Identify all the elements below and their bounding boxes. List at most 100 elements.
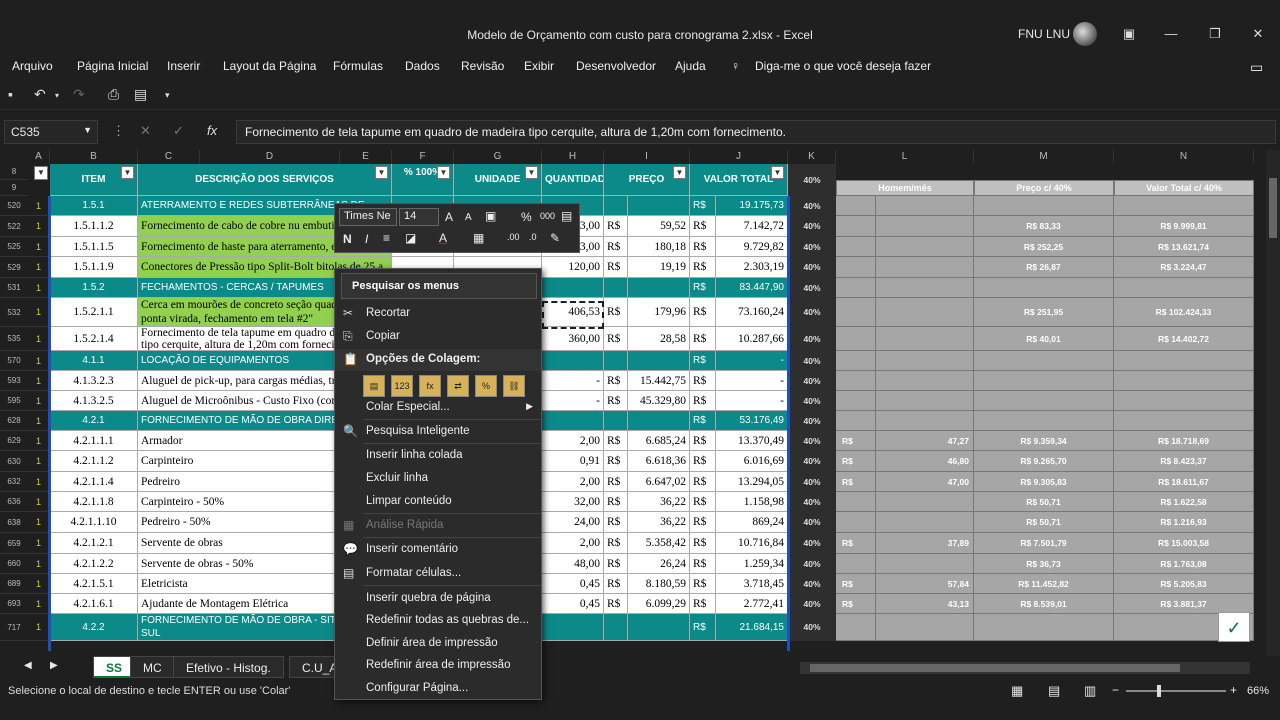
cell-preco[interactable]: 8.180,59 (628, 574, 690, 594)
cancel-icon[interactable]: ✕ (140, 123, 151, 139)
cell-n[interactable]: R$ 13.621,74 (1114, 237, 1254, 257)
cell-rs[interactable] (604, 411, 628, 431)
cell-a[interactable]: 1 (28, 472, 50, 492)
cell-n[interactable] (1114, 351, 1254, 371)
checkmark-icon[interactable]: ✓ (1218, 612, 1250, 642)
menu-inserir[interactable]: Inserir (167, 59, 200, 73)
cell-n[interactable]: R$ 18.718,69 (1114, 431, 1254, 451)
cell-l-currency[interactable] (836, 371, 876, 391)
cell-m[interactable] (974, 278, 1114, 298)
col-header-f[interactable]: F (392, 150, 454, 164)
row-header[interactable]: 636 (0, 492, 28, 512)
cell-n[interactable]: R$ 18.611,67 (1114, 472, 1254, 492)
cell-m[interactable] (974, 391, 1114, 411)
cell-quantidade[interactable] (542, 278, 604, 298)
filter-dropdown-icon[interactable]: ▼ (121, 166, 134, 179)
cell-m[interactable] (974, 351, 1114, 371)
tab-mc[interactable]: MC (130, 656, 175, 678)
row-header[interactable]: 630 (0, 451, 28, 472)
cell-quantidade[interactable]: 32,00 (542, 492, 604, 512)
restore-icon[interactable]: ❐ (1201, 24, 1229, 44)
cell-quantidade[interactable]: 24,00 (542, 512, 604, 533)
cell-k[interactable]: 40% (788, 391, 836, 411)
minimize-icon[interactable]: — (1157, 24, 1185, 44)
cell-l-value[interactable] (876, 492, 974, 512)
scroll-thumb[interactable] (1269, 178, 1277, 238)
cell-k[interactable]: 40% (788, 614, 836, 641)
menu-item-limpar-conteudo[interactable]: Limpar conteúdo (335, 491, 541, 513)
paste-formulas-icon[interactable]: fx (419, 375, 441, 397)
cell-rs[interactable]: R$ (604, 594, 628, 614)
cell-rs[interactable]: R$ (604, 512, 628, 533)
decrease-font-icon[interactable]: A (465, 212, 472, 223)
cell-l-currency[interactable] (836, 278, 876, 298)
filter-dropdown-icon[interactable]: ▼ (437, 166, 450, 179)
row-header[interactable]: 638 (0, 512, 28, 533)
borders-icon[interactable]: ▦ (473, 231, 484, 245)
menu-layout[interactable]: Layout da Página (223, 59, 316, 73)
cell-quantidade[interactable]: 0,45 (542, 574, 604, 594)
cell-a[interactable]: 1 (28, 411, 50, 431)
cell-item[interactable]: 1.5.1.1.9 (50, 257, 138, 278)
cell-rs[interactable]: R$ (604, 533, 628, 554)
cell-rs[interactable]: R$ (604, 431, 628, 451)
menu-search-input[interactable]: Pesquisar os menus (341, 273, 537, 299)
cell-l-value[interactable]: 43,13 (876, 594, 974, 614)
cell-preco[interactable]: 26,24 (628, 554, 690, 574)
cell-l-currency[interactable]: R$ (836, 451, 876, 472)
row-header[interactable]: 693 (0, 594, 28, 614)
menu-item-redefinir-quebras[interactable]: Redefinir todas as quebras de... (335, 610, 541, 632)
cell-rs[interactable]: R$ (690, 196, 716, 216)
cell-rs[interactable]: R$ (690, 216, 716, 237)
cell-preco[interactable]: 6.647,02 (628, 472, 690, 492)
filter-dropdown-icon[interactable]: ▼ (525, 166, 538, 179)
cell-item[interactable]: 1.5.1.1.5 (50, 237, 138, 257)
filter-dropdown-icon[interactable]: ▼ (673, 166, 686, 179)
row-header[interactable]: 659 (0, 533, 28, 554)
menu-item-inserir-comentario[interactable]: 💬 Inserir comentário (335, 539, 541, 561)
cell-m[interactable]: R$ 36,73 (974, 554, 1114, 574)
cell-preco[interactable]: 6.618,36 (628, 451, 690, 472)
cell-rs[interactable]: R$ (604, 472, 628, 492)
cell-k[interactable]: 40% (788, 327, 836, 351)
increase-decimal-icon[interactable]: .00 (507, 232, 520, 242)
cell-item[interactable]: 4.2.1.2.2 (50, 554, 138, 574)
cell-preco[interactable]: 5.358,42 (628, 533, 690, 554)
cell-m[interactable]: R$ 7.501,79 (974, 533, 1114, 554)
cell-item[interactable]: 1.5.1 (50, 196, 138, 216)
col-header-j[interactable]: J (690, 150, 788, 164)
cell-l-currency[interactable] (836, 216, 876, 237)
cell-a[interactable]: 1 (28, 278, 50, 298)
cell-valor-total[interactable]: 73.160,24 (716, 298, 788, 327)
menu-item-copiar[interactable]: ⎘ Copiar (335, 326, 541, 348)
cell-preco[interactable] (628, 411, 690, 431)
col-header-n[interactable]: N (1114, 150, 1254, 164)
menu-formulas[interactable]: Fórmulas (333, 59, 383, 73)
row-header[interactable]: 660 (0, 554, 28, 574)
row-header[interactable]: 570 (0, 351, 28, 371)
cell-l-value[interactable] (876, 614, 974, 641)
chevron-down-icon[interactable]: ▼ (83, 125, 92, 135)
cell-valor-total[interactable]: 10.716,84 (716, 533, 788, 554)
cell-l-currency[interactable] (836, 298, 876, 327)
insert-function-icon[interactable]: fx (207, 123, 217, 138)
col-header-c[interactable]: C (138, 150, 200, 164)
cell-quantidade[interactable]: 2,00 (542, 431, 604, 451)
col-header-k[interactable]: K (788, 150, 836, 164)
cell-rs[interactable]: R$ (690, 614, 716, 641)
cell-k[interactable]: 40% (788, 237, 836, 257)
row-header[interactable]: 532 (0, 298, 28, 327)
cell-valor-total[interactable]: 1.259,34 (716, 554, 788, 574)
row-header[interactable]: 632 (0, 472, 28, 492)
col-header-m[interactable]: M (974, 150, 1114, 164)
col-header-h[interactable]: H (542, 150, 604, 164)
row-header[interactable]: 535 (0, 327, 28, 351)
cell-rs[interactable]: R$ (604, 492, 628, 512)
cell-rs[interactable] (604, 351, 628, 371)
cell-a[interactable]: 1 (28, 351, 50, 371)
row-header[interactable]: 520 (0, 196, 28, 216)
col-header-i[interactable]: I (604, 150, 690, 164)
cell-a[interactable]: 1 (28, 196, 50, 216)
col-header-e[interactable]: E (340, 150, 392, 164)
cell-a[interactable]: 1 (28, 594, 50, 614)
